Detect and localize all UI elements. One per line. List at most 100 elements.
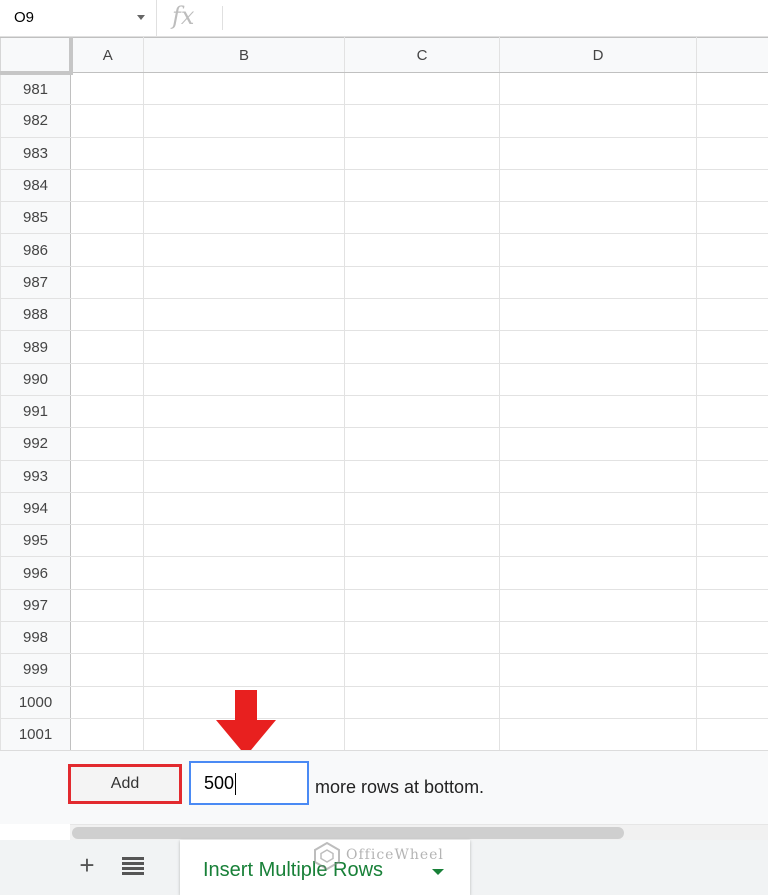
row-header[interactable]: 996	[0, 556, 71, 590]
grid-cell[interactable]	[499, 104, 697, 138]
grid-cell[interactable]	[143, 491, 345, 526]
row-header[interactable]: 992	[0, 427, 71, 461]
grid-cell[interactable]	[696, 362, 768, 396]
grid-cell[interactable]	[143, 524, 345, 558]
grid-cell[interactable]	[696, 136, 768, 170]
column-header[interactable]: B	[143, 37, 345, 73]
row-header[interactable]: 982	[0, 104, 71, 138]
grid-cell[interactable]	[499, 524, 697, 558]
grid-cell[interactable]	[344, 588, 500, 623]
grid-cell[interactable]	[499, 556, 697, 590]
grid-cell[interactable]	[499, 298, 697, 332]
grid-cell[interactable]	[143, 362, 345, 396]
grid-cell[interactable]	[696, 491, 768, 526]
grid-cell[interactable]	[696, 621, 768, 655]
grid-cell[interactable]	[143, 71, 345, 106]
rows-count-value[interactable]: 500	[204, 773, 234, 793]
grid-cell[interactable]	[344, 717, 500, 752]
grid-cell[interactable]	[143, 201, 345, 235]
grid-cell[interactable]	[344, 265, 500, 300]
dropdown-caret-icon[interactable]	[137, 15, 145, 20]
all-sheets-icon[interactable]	[122, 857, 144, 875]
grid-cell[interactable]	[696, 298, 768, 332]
column-header[interactable]: D	[499, 37, 697, 73]
grid-cell[interactable]	[143, 653, 345, 687]
grid-cell[interactable]	[696, 168, 768, 203]
grid-cell[interactable]	[696, 524, 768, 558]
grid-cell[interactable]	[696, 653, 768, 687]
grid-cell[interactable]	[70, 685, 144, 719]
grid-cell[interactable]	[344, 621, 500, 655]
grid-cell[interactable]	[143, 168, 345, 203]
column-header[interactable]	[696, 37, 768, 73]
add-rows-button[interactable]: Add	[68, 764, 182, 804]
grid-cell[interactable]	[696, 717, 768, 752]
grid-cell[interactable]	[70, 362, 144, 396]
row-header[interactable]: 986	[0, 233, 71, 267]
grid-cell[interactable]	[70, 265, 144, 300]
grid-cell[interactable]	[696, 588, 768, 623]
grid-cell[interactable]	[143, 459, 345, 493]
grid-cell[interactable]	[344, 71, 500, 106]
row-header[interactable]: 987	[0, 265, 71, 300]
grid-cell[interactable]	[344, 362, 500, 396]
grid-cell[interactable]	[70, 427, 144, 461]
grid-cell[interactable]	[70, 556, 144, 590]
grid-cell[interactable]	[344, 394, 500, 429]
grid-cell[interactable]	[499, 362, 697, 396]
row-header[interactable]: 1000	[0, 685, 71, 719]
grid-cell[interactable]	[344, 168, 500, 203]
grid-cell[interactable]	[143, 394, 345, 429]
grid-cell[interactable]	[499, 233, 697, 267]
grid-cell[interactable]	[499, 653, 697, 687]
grid-cell[interactable]	[70, 394, 144, 429]
grid-cell[interactable]	[143, 621, 345, 655]
grid-cell[interactable]	[499, 330, 697, 364]
grid-cell[interactable]	[499, 685, 697, 719]
grid-cell[interactable]	[499, 588, 697, 623]
grid-cell[interactable]	[143, 330, 345, 364]
column-header[interactable]: A	[70, 37, 144, 73]
row-header[interactable]: 988	[0, 298, 71, 332]
grid-cell[interactable]	[70, 168, 144, 203]
grid-cell[interactable]	[696, 330, 768, 364]
grid-cell[interactable]	[696, 104, 768, 138]
grid-cell[interactable]	[696, 427, 768, 461]
grid-cell[interactable]	[696, 459, 768, 493]
grid-cell[interactable]	[696, 201, 768, 235]
grid-cell[interactable]	[70, 330, 144, 364]
grid-cell[interactable]	[499, 621, 697, 655]
grid-cell[interactable]	[499, 427, 697, 461]
cell-reference[interactable]: O9	[14, 9, 34, 26]
grid-cell[interactable]	[344, 653, 500, 687]
grid-cell[interactable]	[696, 71, 768, 106]
grid-cell[interactable]	[499, 459, 697, 493]
grid-cell[interactable]	[70, 524, 144, 558]
grid-cell[interactable]	[70, 136, 144, 170]
grid-cell[interactable]	[696, 394, 768, 429]
grid-cell[interactable]	[344, 104, 500, 138]
horizontal-scroll-thumb[interactable]	[72, 827, 624, 839]
grid-cell[interactable]	[499, 71, 697, 106]
grid-cell[interactable]	[696, 265, 768, 300]
grid-cell[interactable]	[344, 491, 500, 526]
grid-cell[interactable]	[70, 491, 144, 526]
grid-cell[interactable]	[70, 104, 144, 138]
grid-cell[interactable]	[344, 233, 500, 267]
grid-cell[interactable]	[70, 459, 144, 493]
grid-cell[interactable]	[499, 265, 697, 300]
grid-cell[interactable]	[143, 136, 345, 170]
row-header[interactable]: 991	[0, 394, 71, 429]
grid-cell[interactable]	[70, 588, 144, 623]
grid-cell[interactable]	[499, 201, 697, 235]
grid-cell[interactable]	[143, 556, 345, 590]
row-header[interactable]: 994	[0, 491, 71, 526]
grid-cell[interactable]	[696, 685, 768, 719]
row-header[interactable]: 989	[0, 330, 71, 364]
grid-cell[interactable]	[499, 394, 697, 429]
rows-count-input[interactable]: 500	[189, 761, 309, 805]
row-header[interactable]: 993	[0, 459, 71, 493]
grid-cell[interactable]	[70, 717, 144, 752]
grid-cell[interactable]	[344, 556, 500, 590]
grid-cell[interactable]	[344, 330, 500, 364]
